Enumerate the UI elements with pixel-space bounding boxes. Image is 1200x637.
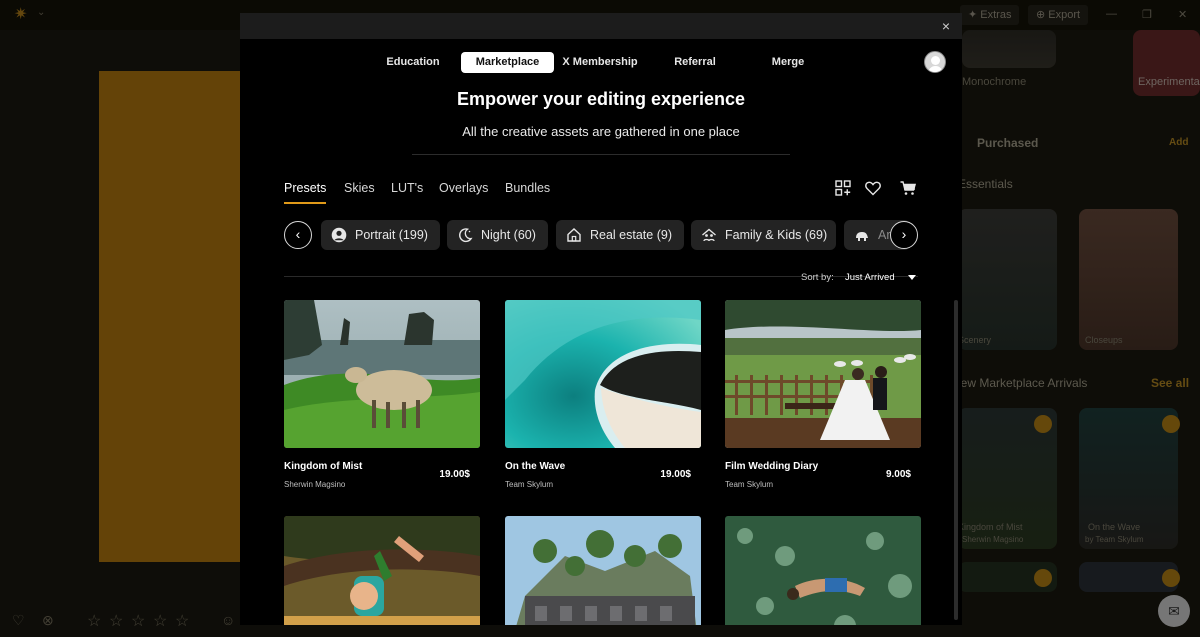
tab-overlays[interactable]: Overlays [439,181,488,195]
card-author: Team Skylum [505,480,554,489]
chip-real-estate[interactable]: Real estate (9) [556,220,684,250]
card-image[interactable] [725,516,921,625]
family-icon [702,228,716,242]
tab-marketplace[interactable]: Marketplace [461,52,554,73]
marketplace-modal: × Education Marketplace X Membership Ref… [240,13,962,625]
scrollbar[interactable] [954,300,958,620]
sort-dropdown[interactable]: Just Arrived [845,272,895,283]
tab-referral[interactable]: Referral [667,52,723,73]
portrait-icon [331,227,347,243]
chip-label: Family & Kids (69) [725,228,828,242]
moon-icon [459,228,473,243]
modal-titlebar: × [240,13,962,39]
tab-bundles[interactable]: Bundles [505,181,550,195]
cart-icon[interactable] [899,179,917,197]
tab-skies[interactable]: Skies [344,181,375,195]
hero-title: Empower your editing experience [456,89,746,109]
card-image[interactable] [284,516,480,625]
active-tab-indicator [284,202,326,204]
card-title: Film Wedding Diary [725,461,819,472]
card-title: Kingdom of Mist [284,461,363,472]
close-icon[interactable]: × [937,17,955,35]
house-icon [567,228,581,242]
card-author: Team Skylum [725,480,774,489]
hero-subtitle: All the creative assets are gathered in … [462,124,740,139]
chip-night[interactable]: Night (60) [447,220,548,250]
card-price: 19.00$ [439,469,470,480]
heart-icon[interactable] [864,179,882,197]
divider [412,154,790,155]
card-image[interactable] [725,300,921,448]
card-title: On the Wave [505,461,566,472]
chevron-right-icon[interactable]: › [890,221,918,249]
animals-icon [856,232,868,241]
grid-add-icon[interactable] [834,179,852,197]
chip-label: Portrait (199) [355,228,428,242]
card-image[interactable] [505,516,701,625]
tab-luts[interactable]: LUT's [391,181,423,195]
caret-down-icon[interactable] [908,275,916,280]
category-chips: ‹ Portrait (199) Night (60) Real estate … [284,220,918,252]
tab-education[interactable]: Education [378,52,448,73]
chip-family-kids[interactable]: Family & Kids (69) [691,220,836,250]
card-price: 9.00$ [885,469,911,480]
chip-label: Night (60) [481,228,536,242]
card-image[interactable] [505,300,701,448]
chip-portrait[interactable]: Portrait (199) [321,220,440,250]
chip-label: Real estate (9) [590,228,672,242]
sort-label: Sort by: [801,272,834,283]
avatar[interactable] [924,51,946,73]
card-price: 19.00$ [660,469,691,480]
card-image[interactable] [284,300,480,448]
chevron-left-icon[interactable]: ‹ [284,221,312,249]
tab-x-membership[interactable]: X Membership [561,52,639,73]
chip-label: Ar [878,228,891,242]
tab-merge[interactable]: Merge [766,52,810,73]
top-nav: Education Marketplace X Membership Refer… [240,52,962,74]
tab-presets[interactable]: Presets [284,181,326,195]
card-author: Sherwin Magsino [284,480,346,489]
